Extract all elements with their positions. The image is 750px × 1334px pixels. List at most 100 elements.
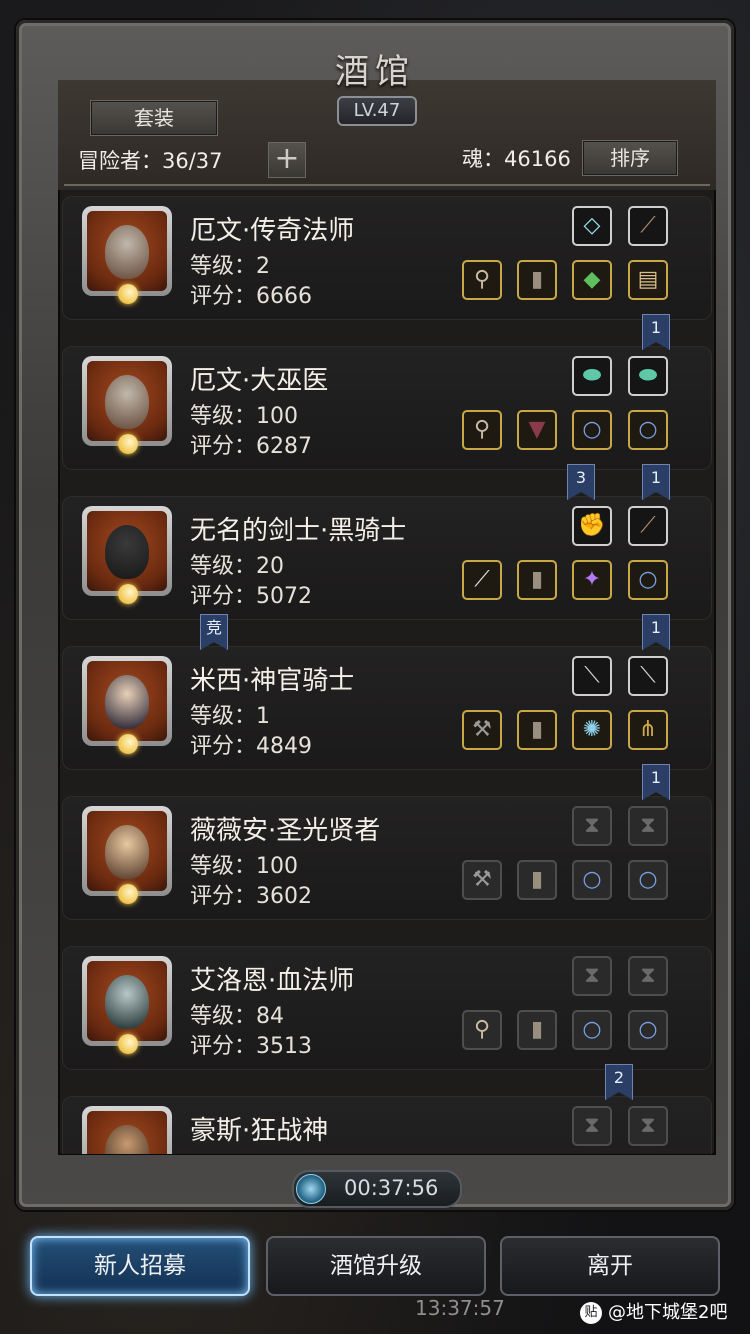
game-clock: 13:37:57	[415, 1296, 505, 1320]
upgrade-tavern-button[interactable]: 酒馆升级	[266, 1236, 486, 1296]
dagger-icon: ⟋	[640, 513, 656, 538]
claw-icon: ⋔	[638, 717, 658, 742]
equipment-slot[interactable]: ◇	[572, 206, 612, 246]
count-ribbon: 1	[642, 464, 670, 500]
equipment-slot[interactable]: ⟍	[572, 656, 612, 696]
equipment-slot[interactable]: ⬬	[628, 356, 668, 396]
hero-face	[105, 825, 149, 879]
hero-portrait[interactable]	[82, 1106, 172, 1154]
equipment-slot[interactable]: ◆	[572, 260, 612, 300]
hero-card[interactable]: 无名的剑士·黑骑士 等级：20 评分：5072 ✊ ⟋ ⟋ ▮ ✦ ○	[62, 496, 712, 620]
hourglass-icon: ⧗	[584, 1113, 600, 1138]
equipment-slot[interactable]: ✦	[572, 560, 612, 600]
bracer-icon: ◇	[583, 213, 601, 238]
equipment-slot[interactable]: ⚲	[462, 410, 502, 450]
hero-name: 豪斯·狂战神	[190, 1116, 329, 1146]
equipment-slot[interactable]: ⚲	[462, 1010, 502, 1050]
equipment-slot[interactable]: ⟋	[628, 506, 668, 546]
equipment-slot[interactable]: ▮	[517, 710, 557, 750]
equipment-slot[interactable]: ○	[572, 1010, 612, 1050]
ring-icon: ○	[582, 417, 602, 442]
equipment-slot[interactable]: ▤	[628, 260, 668, 300]
equipment-slot[interactable]: ▮	[517, 1010, 557, 1050]
equipment-slot[interactable]: ▼	[517, 410, 557, 450]
armor-icon: ▮	[530, 717, 544, 742]
equipment-slot[interactable]: ⚒	[462, 710, 502, 750]
armor-icon: ▮	[530, 1017, 544, 1042]
equipment-slot[interactable]: ▮	[517, 860, 557, 900]
portrait-background	[87, 961, 167, 1041]
hourglass-icon: ⧗	[584, 813, 600, 838]
hero-name: 无名的剑士·黑骑士	[190, 516, 407, 546]
equipment-slot[interactable]: ⧗	[628, 1106, 668, 1146]
hero-name: 厄文·大巫医	[190, 366, 329, 396]
equipment-slot[interactable]: ○	[572, 410, 612, 450]
equipment-slot[interactable]: ⬬	[572, 356, 612, 396]
hero-portrait[interactable]	[82, 956, 172, 1046]
count-ribbon: 1	[642, 614, 670, 650]
hero-name: 厄文·传奇法师	[190, 216, 355, 246]
ring-icon: ○	[638, 867, 658, 892]
watermark: 贴 @地下城堡2吧	[580, 1298, 727, 1328]
equipment-slot[interactable]: ⟍	[628, 656, 668, 696]
hourglass-icon: ⧗	[640, 963, 656, 988]
equipment-slot[interactable]: ⟋	[462, 560, 502, 600]
equipment-slot[interactable]: ○	[628, 860, 668, 900]
hero-name: 艾洛恩·血法师	[190, 966, 355, 996]
leave-button[interactable]: 离开	[500, 1236, 720, 1296]
hero-portrait[interactable]	[82, 806, 172, 896]
equipment-slot[interactable]: ○	[628, 560, 668, 600]
recruit-button[interactable]: 新人招募	[30, 1236, 250, 1296]
hero-face	[105, 675, 149, 729]
hero-card[interactable]: 米西·神官骑士 等级：1 评分：4849 ⟍ ⟍ ⚒ ▮ ✺ ⋔	[62, 646, 712, 770]
hero-score: 评分：3602	[190, 884, 312, 909]
hero-card[interactable]: 厄文·大巫医 等级：100 评分：6287 ⬬ ⬬ ⚲ ▼ ○ ○	[62, 346, 712, 470]
hero-portrait[interactable]	[82, 206, 172, 296]
moon-icon	[118, 734, 138, 754]
hero-score: 评分：6666	[190, 284, 312, 309]
hero-card[interactable]: 薇薇安·圣光贤者 等级：100 评分：3602 ⧗ ⧗ ⚒ ▮ ○ ○	[62, 796, 712, 920]
staff-icon: ⚲	[473, 1017, 491, 1042]
equipment-slot[interactable]: ○	[628, 410, 668, 450]
hero-score: 评分：3513	[190, 1034, 312, 1059]
portrait-background	[87, 811, 167, 891]
equipment-slot[interactable]: ▮	[517, 260, 557, 300]
equipment-slot[interactable]: ✺	[572, 710, 612, 750]
equipment-slot[interactable]: ○	[572, 860, 612, 900]
equipment-slot[interactable]: ⟋	[628, 206, 668, 246]
wand-icon: ✦	[582, 567, 602, 592]
equipment-slot[interactable]: ○	[628, 1010, 668, 1050]
hero-list[interactable]: 厄文·传奇法师 等级：2 评分：6666 ◇ ⟋ ⚲ ▮ ◆ ▤ 厄文·大巫医 等级：100 评分：6…	[62, 196, 712, 1154]
hourglass-icon: ⧗	[584, 963, 600, 988]
moon-icon	[118, 584, 138, 604]
set-button[interactable]: 套装	[90, 100, 218, 136]
hero-portrait[interactable]	[82, 356, 172, 446]
equipment-slot[interactable]: ⧗	[572, 806, 612, 846]
hero-card[interactable]: 豪斯·狂战神 ⧗ ⧗	[62, 1096, 712, 1154]
equipment-slot[interactable]: ⚲	[462, 260, 502, 300]
equipment-slot[interactable]: ⧗	[628, 806, 668, 846]
moon-icon	[118, 434, 138, 454]
equipment-slot[interactable]: ▮	[517, 560, 557, 600]
staff-icon: ⚲	[473, 267, 491, 292]
hero-card[interactable]: 厄文·传奇法师 等级：2 评分：6666 ◇ ⟋ ⚲ ▮ ◆ ▤	[62, 196, 712, 320]
hammer-icon: ⚒	[472, 867, 492, 892]
gem-icon: ◆	[583, 267, 601, 292]
hero-portrait[interactable]	[82, 506, 172, 596]
robe-icon: ▼	[528, 417, 546, 442]
equipment-slot[interactable]: ⧗	[628, 956, 668, 996]
hero-portrait[interactable]	[82, 656, 172, 746]
armor-icon: ▮	[530, 867, 544, 892]
equipment-slot[interactable]: ✊	[572, 506, 612, 546]
jade-icon: ⬬	[582, 363, 602, 388]
hero-card[interactable]: 艾洛恩·血法师 等级：84 评分：3513 ⧗ ⧗ ⚲ ▮ ○ ○	[62, 946, 712, 1070]
tavern-level-badge: LV.47	[337, 96, 417, 126]
sort-button[interactable]: 排序	[582, 140, 678, 176]
hero-level: 等级：20	[190, 554, 284, 579]
plus-icon[interactable]: +	[268, 142, 306, 178]
equipment-slot[interactable]: ⚒	[462, 860, 502, 900]
equipment-slot[interactable]: ⋔	[628, 710, 668, 750]
timer-text: 00:37:56	[344, 1176, 439, 1200]
equipment-slot[interactable]: ⧗	[572, 956, 612, 996]
equipment-slot[interactable]: ⧗	[572, 1106, 612, 1146]
